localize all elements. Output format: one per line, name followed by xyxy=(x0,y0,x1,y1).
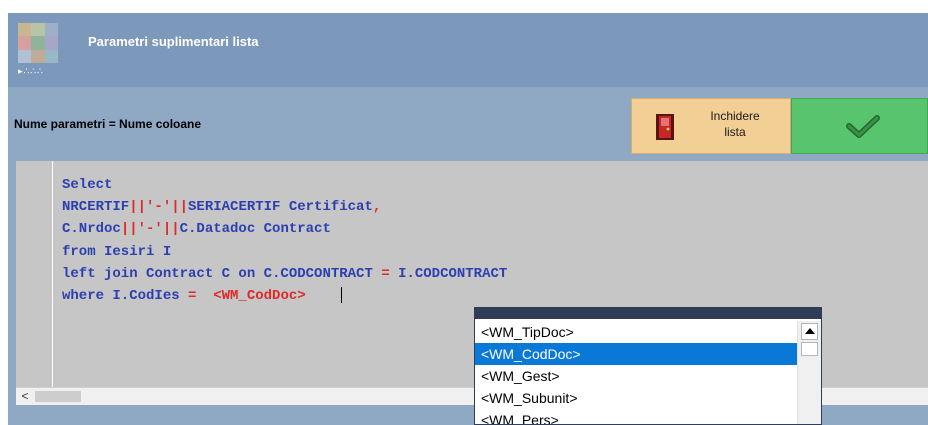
code-line-2: NRCERTIF||'-'||SERIACERTIF Certificat, xyxy=(62,196,507,218)
scroll-left-arrow-icon[interactable]: < xyxy=(18,388,32,405)
close-list-button[interactable]: Inchidere lista xyxy=(631,98,791,154)
title-bar: ▸∴∴∴ Parametri suplimentari lista xyxy=(8,13,928,87)
code-token: I.CODCONTRACT xyxy=(389,265,508,282)
dropdown-header-bar xyxy=(475,308,821,319)
text-cursor xyxy=(341,287,343,304)
gutter-divider xyxy=(52,161,53,387)
code-line-6: where I.CodIes = <WM_CodDoc> xyxy=(62,285,507,307)
code-token: SERIACERTIF Certificat xyxy=(188,199,373,216)
door-exit-icon xyxy=(656,114,674,140)
code-line-3: C.Nrdoc||'-'||C.Datadoc Contract xyxy=(62,218,507,240)
autocomplete-option[interactable]: <WM_Pers> xyxy=(475,409,797,424)
editor-gutter xyxy=(16,161,43,387)
window-title: Parametri suplimentari lista xyxy=(88,34,259,49)
code-token: Select xyxy=(62,177,113,193)
subheader: Nume parametri = Nume coloane Inchidere … xyxy=(8,87,928,161)
app-logo-icon xyxy=(18,23,58,63)
autocomplete-option-selected[interactable]: <WM_CodDoc> xyxy=(475,343,797,365)
top-strip xyxy=(8,0,928,13)
code-operator: = xyxy=(381,265,390,282)
window: ▸∴∴∴ Parametri suplimentari lista Nume p… xyxy=(0,0,928,425)
scroll-up-arrow-icon[interactable] xyxy=(801,323,818,340)
close-list-label: Inchidere lista xyxy=(700,108,770,140)
code-operator: , xyxy=(372,199,382,216)
logo-dots: ▸∴∴∴ xyxy=(18,67,44,77)
checkmark-icon xyxy=(846,115,880,138)
autocomplete-option[interactable]: <WM_Subunit> xyxy=(475,387,797,409)
code-token: left join Contract C on C.CODCONTRACT xyxy=(62,265,382,282)
autocomplete-option[interactable]: <WM_Gest> xyxy=(475,365,797,387)
horizontal-scroll-thumb[interactable] xyxy=(35,391,81,402)
ok-button[interactable] xyxy=(791,98,928,154)
code-token: C.Nrdoc xyxy=(62,221,121,238)
close-list-label-line2: lista xyxy=(724,125,746,139)
code-token: NRCERTIF xyxy=(62,199,130,216)
code-line-5: left join Contract C on C.CODCONTRACT = … xyxy=(62,263,507,285)
code-line-1: Select xyxy=(62,174,507,196)
code-operator: ||'-'|| xyxy=(120,221,180,238)
param-label: Nume parametri = Nume coloane xyxy=(14,117,202,131)
autocomplete-option[interactable]: <WM_TipDoc> xyxy=(475,321,797,343)
code-parameter: <WM_CodDoc> xyxy=(213,287,306,304)
autocomplete-dropdown[interactable]: <WM_TipDoc> <WM_CodDoc> <WM_Gest> <WM_Su… xyxy=(474,307,822,425)
code-token: C.Datadoc Contract xyxy=(179,221,331,238)
code-token: where I.CodIes xyxy=(62,287,189,304)
code-operator: ||'-'|| xyxy=(129,199,189,216)
close-list-label-line1: Inchidere xyxy=(710,109,760,123)
autocomplete-options: <WM_TipDoc> <WM_CodDoc> <WM_Gest> <WM_Su… xyxy=(475,321,797,424)
vertical-scroll-thumb[interactable] xyxy=(801,342,818,356)
code-area[interactable]: Select NRCERTIF||'-'||SERIACERTIF Certif… xyxy=(62,174,507,307)
code-token: from Iesiri I xyxy=(62,243,172,260)
vertical-scrollbar[interactable] xyxy=(797,321,821,424)
code-line-4: from Iesiri I xyxy=(62,241,507,263)
